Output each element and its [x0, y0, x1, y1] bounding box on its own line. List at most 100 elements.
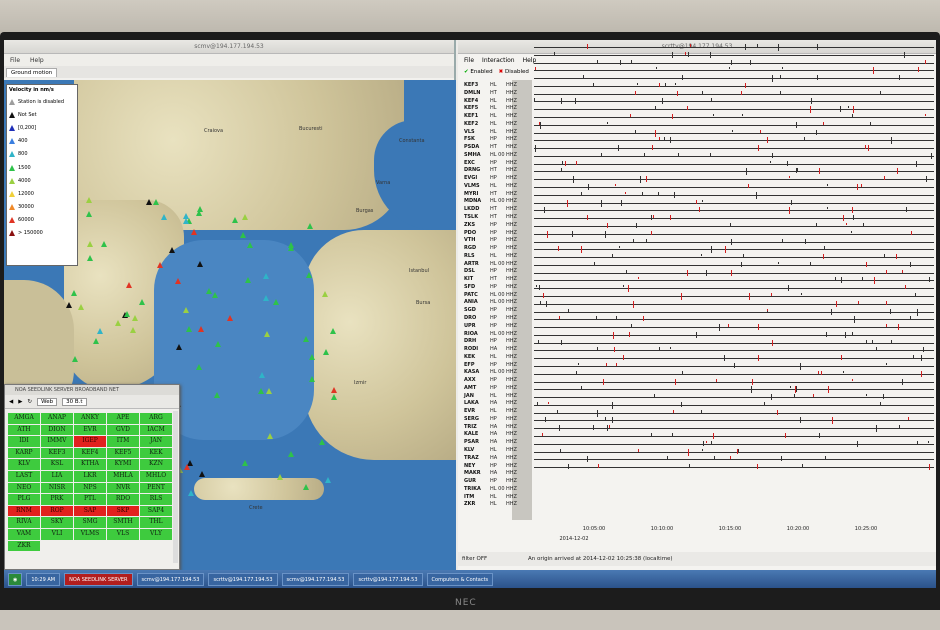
- station-cell[interactable]: SMTH: [107, 517, 139, 528]
- back-arrow-icon[interactable]: ◀: [9, 399, 13, 405]
- menu-file-r[interactable]: File: [464, 57, 474, 64]
- station-cell[interactable]: LKR: [74, 470, 106, 482]
- station-marker[interactable]: [305, 271, 312, 278]
- station-cell[interactable]: KZN: [140, 459, 172, 470]
- station-cell[interactable]: RLS: [140, 494, 172, 505]
- station-marker[interactable]: [302, 335, 309, 342]
- station-cell[interactable]: ITM: [107, 436, 139, 447]
- station-marker[interactable]: [93, 338, 100, 345]
- station-marker[interactable]: [308, 353, 315, 360]
- station-marker[interactable]: [263, 272, 270, 279]
- station-marker[interactable]: [182, 306, 189, 313]
- station-marker[interactable]: [242, 459, 249, 466]
- station-cell[interactable]: SAP: [74, 505, 106, 517]
- station-marker[interactable]: [265, 388, 272, 395]
- station-marker[interactable]: [288, 245, 295, 252]
- station-marker[interactable]: [126, 281, 133, 288]
- station-cell[interactable]: KEF4: [74, 447, 106, 459]
- station-cell[interactable]: KEK: [140, 447, 172, 459]
- station-marker[interactable]: [87, 255, 94, 262]
- station-marker[interactable]: [70, 290, 77, 297]
- station-marker[interactable]: [169, 247, 176, 253]
- station-cell[interactable]: KYMI: [107, 459, 139, 470]
- station-cell[interactable]: LIA: [41, 470, 73, 482]
- station-marker[interactable]: [206, 287, 213, 294]
- station-cell[interactable]: ANAP: [41, 413, 73, 424]
- station-marker[interactable]: [240, 232, 247, 239]
- station-marker[interactable]: [196, 363, 203, 370]
- station-cell[interactable]: SAP4: [140, 505, 172, 517]
- taskbar-item[interactable]: scmv@194.177.194.53: [281, 572, 350, 586]
- station-marker[interactable]: [288, 451, 295, 458]
- station-cell[interactable]: PENT: [140, 482, 172, 494]
- station-cell[interactable]: NVR: [107, 482, 139, 494]
- station-cell[interactable]: APE: [107, 413, 139, 424]
- station-cell[interactable]: IGEP: [74, 436, 106, 447]
- station-marker[interactable]: [71, 356, 78, 363]
- station-marker[interactable]: [266, 432, 273, 439]
- station-marker[interactable]: [241, 213, 248, 220]
- station-cell[interactable]: VLMS: [74, 528, 106, 540]
- station-cell[interactable]: MHLO: [140, 470, 172, 482]
- station-cell[interactable]: EVR: [74, 424, 106, 436]
- station-cell[interactable]: KSL: [41, 459, 73, 470]
- station-cell[interactable]: RDO: [107, 494, 139, 505]
- station-cell[interactable]: LAST: [8, 470, 40, 482]
- station-marker[interactable]: [182, 213, 189, 220]
- station-cell[interactable]: IDI: [8, 436, 40, 447]
- waveform-area[interactable]: [534, 44, 934, 528]
- menu-file[interactable]: File: [10, 57, 20, 64]
- station-marker[interactable]: [246, 242, 253, 249]
- station-marker[interactable]: [257, 388, 264, 395]
- station-cell[interactable]: KARP: [8, 447, 40, 459]
- station-marker[interactable]: [86, 211, 93, 218]
- station-marker[interactable]: [197, 326, 204, 333]
- station-cell[interactable]: KEF3: [41, 447, 73, 459]
- station-marker[interactable]: [86, 196, 93, 203]
- taskbar-item[interactable]: NOA SEEDLINK SERVER: [64, 572, 133, 586]
- station-cell[interactable]: DION: [41, 424, 73, 436]
- taskbar-item[interactable]: scrttv@194.177.194.53: [353, 572, 423, 586]
- station-marker[interactable]: [153, 198, 160, 205]
- forward-arrow-icon[interactable]: ▶: [18, 399, 22, 405]
- station-marker[interactable]: [190, 228, 197, 235]
- station-marker[interactable]: [213, 392, 220, 399]
- station-cell[interactable]: SKP: [107, 505, 139, 517]
- station-cell[interactable]: NEO: [8, 482, 40, 494]
- station-marker[interactable]: [264, 331, 271, 338]
- station-marker[interactable]: [187, 489, 194, 496]
- station-marker[interactable]: [276, 473, 283, 480]
- browser-scrollbar[interactable]: [173, 411, 178, 563]
- station-cell[interactable]: IMMV: [41, 436, 73, 447]
- station-marker[interactable]: [259, 372, 266, 379]
- tab-disabled[interactable]: ✖ Disabled: [499, 69, 529, 75]
- station-marker[interactable]: [323, 349, 330, 356]
- station-cell[interactable]: KEF5: [107, 447, 139, 459]
- station-marker[interactable]: [174, 278, 181, 285]
- station-cell[interactable]: VLS: [107, 528, 139, 540]
- station-marker[interactable]: [115, 319, 122, 326]
- station-marker[interactable]: [307, 222, 314, 229]
- reload-icon[interactable]: ↻: [27, 399, 32, 405]
- station-marker[interactable]: [215, 341, 222, 348]
- start-button[interactable]: ◉: [8, 572, 23, 586]
- station-marker[interactable]: [309, 375, 316, 382]
- tab-enabled[interactable]: ✔ Enabled: [464, 69, 493, 75]
- station-cell[interactable]: RNM: [8, 505, 40, 517]
- station-cell[interactable]: SMG: [74, 517, 106, 528]
- station-marker[interactable]: [319, 438, 326, 445]
- station-marker[interactable]: [232, 216, 239, 223]
- station-cell[interactable]: JAN: [140, 436, 172, 447]
- station-marker[interactable]: [131, 314, 138, 321]
- taskbar-item[interactable]: Computers & Contacts: [426, 572, 494, 586]
- station-cell[interactable]: GVD: [107, 424, 139, 436]
- station-cell[interactable]: SKY: [41, 517, 73, 528]
- station-marker[interactable]: [86, 240, 93, 247]
- station-marker[interactable]: [183, 463, 190, 470]
- station-marker[interactable]: [65, 301, 72, 308]
- station-marker[interactable]: [245, 277, 252, 284]
- station-marker[interactable]: [331, 394, 338, 401]
- station-cell[interactable]: RIVA: [8, 517, 40, 528]
- station-marker[interactable]: [176, 344, 183, 351]
- web-button[interactable]: Web: [37, 397, 58, 406]
